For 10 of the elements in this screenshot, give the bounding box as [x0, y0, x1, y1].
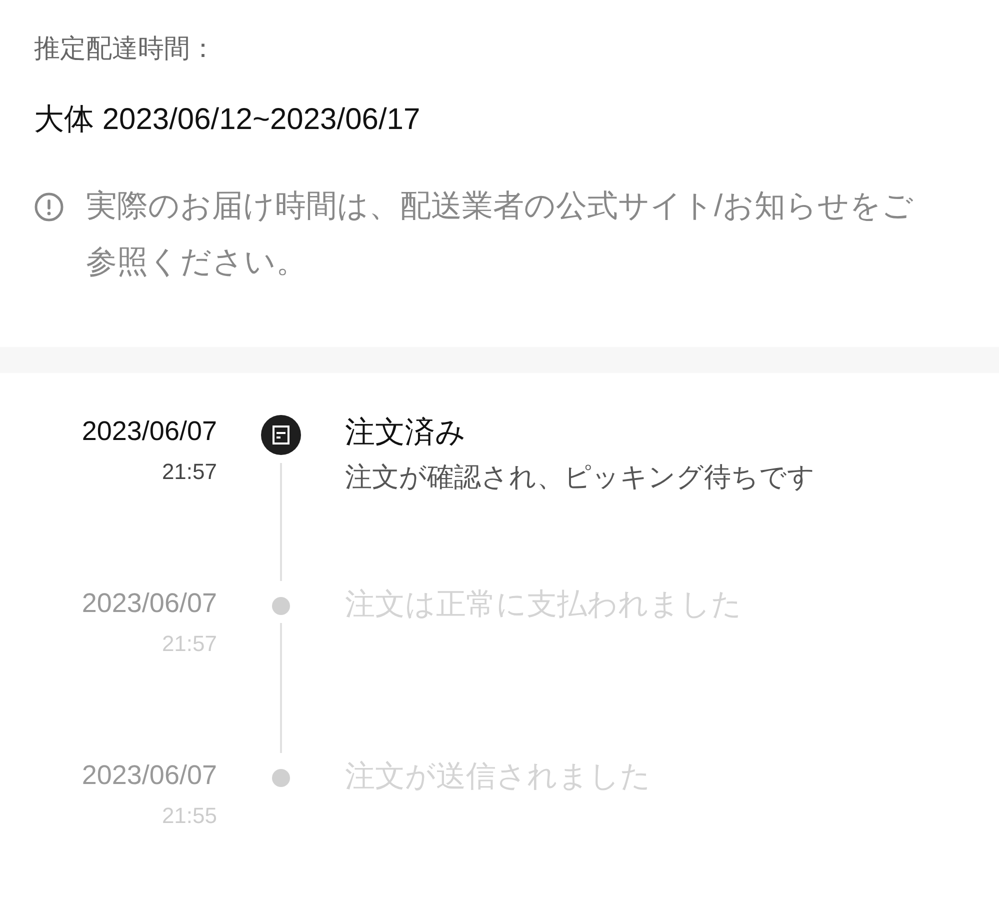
event-date: 2023/06/07 [82, 587, 217, 620]
event-time: 21:57 [162, 458, 217, 486]
delivery-notice: 実際のお届け時間は、配送業者の公式サイト/お知らせをご参照ください。 [86, 187, 915, 281]
event-date: 2023/06/07 [82, 415, 217, 448]
event-description: 注文が確認され、ピッキング待ちです [345, 461, 815, 494]
delivery-range: 大体 2023/06/12~2023/06/17 [34, 102, 422, 138]
event-date: 2023/06/07 [82, 759, 217, 792]
info-icon [34, 192, 64, 222]
event-title: 注文済み [345, 415, 467, 451]
delivery-label: 推定配達時間： [34, 32, 217, 65]
